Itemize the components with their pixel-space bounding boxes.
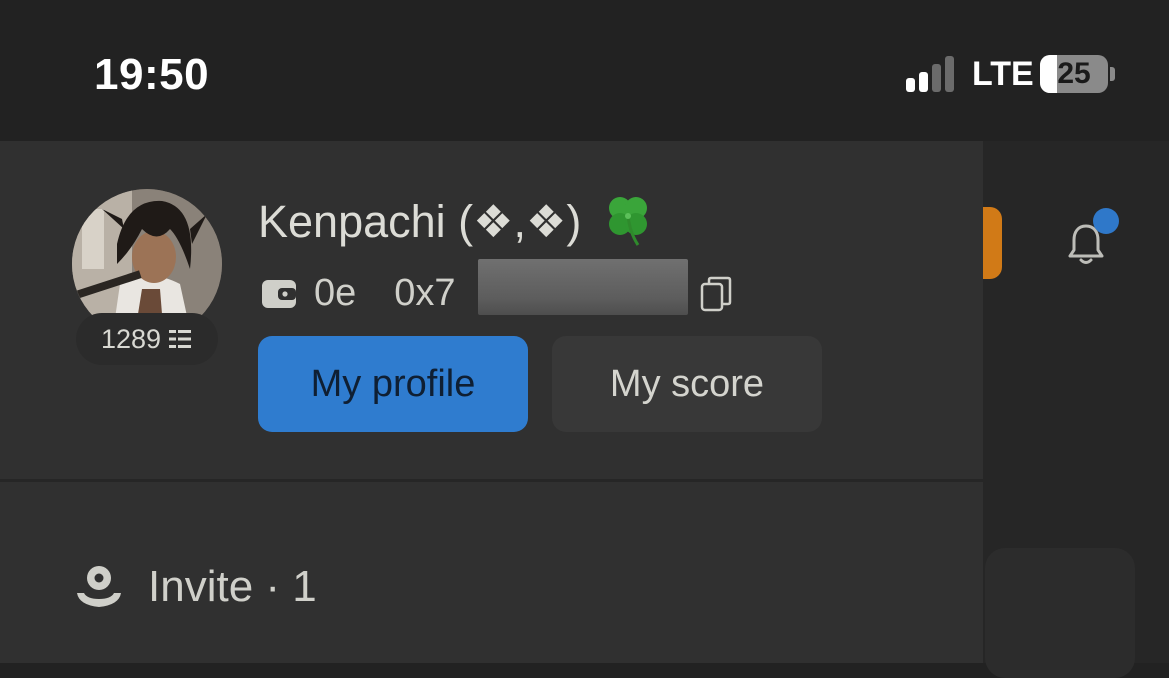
status-time: 19:50	[94, 50, 210, 99]
signal-bar	[906, 78, 915, 92]
score-badge[interactable]: 1289	[76, 313, 218, 365]
battery-percent: 25	[1057, 57, 1091, 90]
battery-cap	[1110, 67, 1115, 81]
redaction-overlay	[478, 259, 688, 315]
notification-dot	[1093, 208, 1119, 234]
wallet-icon	[262, 280, 296, 308]
copy-icon[interactable]	[700, 276, 732, 312]
wallet-address[interactable]: 0x7	[394, 272, 455, 315]
username: Kenpachi (❖,❖)	[258, 191, 656, 248]
profile-section: 1289 Kenpachi (❖,❖) 0e 0x7 My profile My…	[0, 141, 983, 479]
section-divider	[0, 479, 983, 482]
score-value: 1289	[100, 323, 162, 354]
network-type: LTE	[972, 55, 1034, 93]
cellular-signal-icon	[906, 56, 958, 92]
invite-menu-item[interactable]: Invite · 1	[74, 559, 317, 615]
battery-icon: 25	[1040, 55, 1108, 93]
invite-label: Invite · 1	[148, 562, 317, 611]
signal-bar	[932, 64, 941, 92]
side-drawer: 1289 Kenpachi (❖,❖) 0e 0x7 My profile My…	[0, 141, 983, 663]
background-card	[985, 548, 1135, 678]
username-text: Kenpachi (❖,❖)	[258, 196, 582, 247]
user-icon	[77, 566, 121, 607]
four-leaf-clover-icon	[608, 197, 647, 246]
signal-bar	[919, 72, 928, 92]
my-score-button[interactable]: My score	[552, 336, 822, 432]
my-profile-button[interactable]: My profile	[258, 336, 528, 432]
list-icon	[169, 330, 192, 348]
status-bar: 19:50 LTE 25	[0, 0, 1169, 141]
signal-bar	[945, 56, 954, 92]
wallet-row: 0e 0x7	[260, 269, 456, 317]
wallet-balance: 0e	[314, 271, 357, 314]
